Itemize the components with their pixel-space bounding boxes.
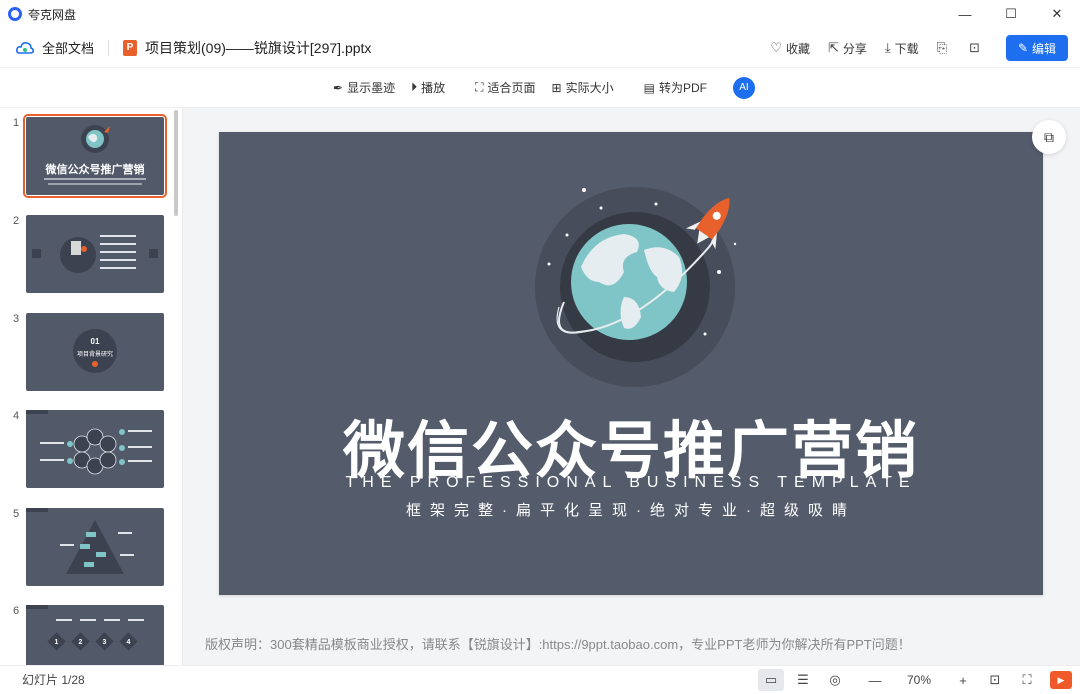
slide-subtitle: THE PROFESSIONAL BUSINESS TEMPLATE — [345, 474, 917, 491]
divider — [108, 39, 110, 56]
step-label: 4 — [127, 639, 131, 646]
pdf-icon: ▤ — [643, 80, 655, 95]
file-name: 项目策划(09)——锐旗设计[297].pptx — [145, 39, 372, 56]
fullscreen-button[interactable]: ⛶ — [1014, 669, 1040, 691]
slide-thumbnail-panel: 1 微信公众号推广营销 2 3 01 项目背景研究 4 5 6 1 2 3 4 — [0, 108, 183, 665]
show-ink-button[interactable]: ✒ 显示墨迹 — [333, 79, 395, 96]
thumbnail-number: 2 — [13, 215, 20, 227]
play-circle-icon: ⏵ — [411, 80, 418, 94]
slide-thumbnail[interactable] — [26, 215, 164, 293]
share-button[interactable]: ⇱ 分享 — [828, 40, 867, 57]
document-header: 全部文档 P 项目策划(09)——锐旗设计[297].pptx ♡ 收藏 ⇱ 分享 … — [0, 28, 1080, 68]
minimize-button[interactable]: — — [942, 0, 988, 28]
zoom-out-button[interactable]: — — [862, 669, 888, 691]
viewer-toolbar: ✒ 显示墨迹 ⏵ 播放 ⛶ 适合页面 ⊞ 实际大小 ▤ 转为PDF AI — [0, 68, 1080, 108]
slide-view-area: 微信公众号推广营销 THE PROFESSIONAL BUSINESS TEMP… — [183, 108, 1080, 665]
zoom-in-button[interactable]: + — [950, 669, 976, 691]
feedback-button[interactable]: ⊡ — [969, 40, 984, 56]
globe-icon: ◎ — [829, 672, 841, 687]
slide-thumbnail[interactable]: 01 项目背景研究 — [26, 313, 164, 391]
copyright-notice: 版权声明：300套精品模板商业授权，请联系【锐旗设计】:https://9ppt… — [205, 637, 911, 652]
app-title: 夸克网盘 — [28, 7, 77, 22]
actual-size-button[interactable]: ⊞ 实际大小 — [552, 79, 614, 96]
thumbnail-number: 4 — [13, 410, 20, 422]
step-label: 1 — [55, 639, 59, 646]
section-dot — [92, 361, 98, 367]
notes-view-button[interactable]: ☰ — [790, 669, 816, 691]
section-caption: 项目背景研究 — [76, 352, 113, 358]
thumbnail-item[interactable]: 6 1 2 3 4 — [0, 605, 180, 665]
fit-window-button[interactable]: ⊡ — [982, 669, 1008, 691]
slide-thumbnail[interactable] — [26, 410, 164, 488]
export-button[interactable]: ⎘ — [937, 40, 951, 56]
thumbnail-title: 微信公众号推广营销 — [45, 164, 145, 176]
pptx-file-icon: P — [123, 39, 138, 56]
status-bar: 幻灯片 1/28 ▭ ☰ ◎ — 70% + ⊡ ⛶ ▶ — [0, 665, 1080, 693]
section-number: 01 — [90, 337, 100, 346]
thumbnail-number: 3 — [13, 313, 20, 325]
slide-view-button[interactable]: ▭ — [758, 669, 784, 691]
triangle-diagram — [26, 508, 134, 574]
thumbnail-scrollbar[interactable] — [174, 110, 178, 216]
thumbnail-item[interactable]: 4 — [0, 410, 180, 490]
all-docs-link[interactable]: 全部文档 — [42, 38, 94, 57]
zoom-level: 70% — [906, 673, 932, 687]
close-button[interactable]: ✕ — [1034, 0, 1080, 28]
play-button[interactable]: ⏵ 播放 — [411, 79, 445, 96]
thumbnail-item[interactable]: 2 — [0, 215, 180, 295]
collect-button[interactable]: ♡ 收藏 — [770, 40, 810, 57]
feedback-icon: ⊡ — [969, 40, 980, 55]
thumbnail-item[interactable]: 3 01 项目背景研究 — [0, 313, 180, 393]
thumbnail-tagline-line — [48, 183, 142, 185]
share-icon: ⇱ — [828, 40, 839, 55]
steps-diagram: 1 2 3 4 — [26, 605, 144, 651]
current-slide: 微信公众号推广营销 THE PROFESSIONAL BUSINESS TEMP… — [219, 132, 1043, 595]
slide-counter: 幻灯片 1/28 — [22, 673, 85, 687]
edit-button[interactable]: ✎ 编辑 — [1006, 35, 1068, 61]
contents-graphic — [32, 235, 158, 273]
slide-tagline: 框架完整·扁平化呈现·绝对专业·超级吸睛 — [406, 502, 856, 519]
slideshow-button[interactable]: ▶ — [1050, 671, 1072, 689]
slide-thumbnail[interactable]: 1 2 3 4 — [26, 605, 164, 665]
notes-icon: ☰ — [797, 672, 809, 687]
step-label: 3 — [103, 639, 107, 646]
fit-page-button[interactable]: ⛶ 适合页面 — [475, 79, 535, 96]
slide-view-icon: ▭ — [764, 672, 778, 687]
floating-action-button[interactable]: ⧉ — [1032, 120, 1066, 154]
thumbnail-number: 1 — [13, 117, 20, 129]
pen-icon: ✎ — [1017, 41, 1029, 55]
thumbnail-item[interactable]: 1 微信公众号推广营销 — [0, 114, 180, 198]
fit-window-icon: ⊡ — [989, 672, 1001, 687]
ai-assistant-button[interactable]: AI — [732, 76, 755, 99]
ink-icon: ✒ — [333, 80, 344, 95]
download-button[interactable]: ⤓ 下载 — [885, 40, 919, 57]
slide-thumbnail[interactable] — [26, 508, 164, 586]
download-icon: ⤓ — [884, 40, 891, 55]
export-icon: ⎘ — [936, 40, 948, 55]
web-view-button[interactable]: ◎ — [822, 669, 848, 691]
title-bar: 夸克网盘 — ☐ ✕ — [0, 0, 1080, 28]
to-pdf-button[interactable]: ▤ 转为PDF — [644, 79, 707, 96]
translate-icon: ⧉ — [1044, 128, 1054, 145]
cloud-icon — [16, 41, 35, 55]
fullscreen-icon: ⛶ — [1022, 672, 1032, 687]
actual-size-icon: ⊞ — [551, 80, 562, 95]
quark-logo-icon — [8, 7, 22, 21]
circles-diagram — [26, 410, 152, 475]
window-controls: — ☐ ✕ — [942, 0, 1080, 28]
thumbnail-number: 5 — [13, 508, 20, 520]
thumbnail-subtitle-line — [44, 178, 146, 180]
heart-icon: ♡ — [770, 40, 782, 55]
maximize-button[interactable]: ☐ — [988, 0, 1034, 28]
step-label: 2 — [79, 639, 83, 646]
fit-page-icon: ⛶ — [475, 80, 484, 94]
thumbnail-number: 6 — [13, 605, 20, 617]
globe-rocket-illustration — [535, 187, 737, 387]
thumbnail-item[interactable]: 5 — [0, 508, 180, 588]
slide-thumbnail[interactable]: 微信公众号推广营销 — [23, 114, 167, 198]
play-icon: ▶ — [1057, 674, 1065, 685]
